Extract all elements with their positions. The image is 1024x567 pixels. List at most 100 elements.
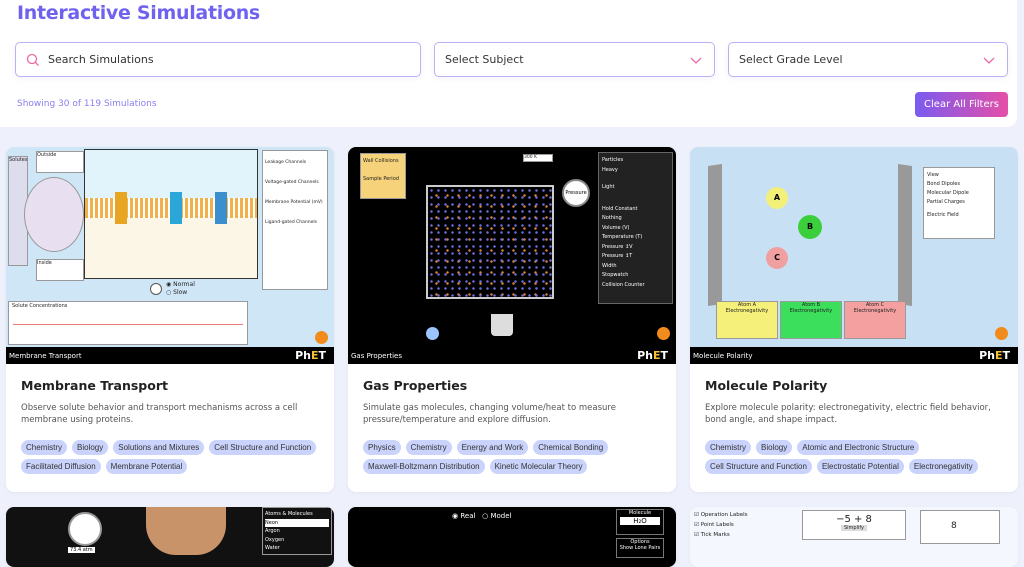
sim-nav-bar: Membrane Transport PhET xyxy=(6,347,334,364)
label: Wall Collisions xyxy=(363,158,399,164)
grade-select[interactable]: Select Grade Level xyxy=(728,42,1008,77)
channels-panel: Leakage Channels Voltage-gated Channels … xyxy=(262,150,328,290)
view-panel: View Bond Dipoles Molecular Dipole Partial … xyxy=(923,167,995,239)
pressure-gauge xyxy=(68,512,102,546)
options-panel: Options Show Lone Pairs xyxy=(616,538,664,558)
subject-select-label: Select Subject xyxy=(445,53,524,66)
tag[interactable]: Chemistry xyxy=(705,440,752,455)
cell-image xyxy=(24,177,84,252)
tag[interactable]: Physics xyxy=(363,440,401,455)
label: Heavy xyxy=(602,166,618,173)
sim-card-row2-2[interactable]: ◉ Real ○ Model Molecule H₂O Options Show L… xyxy=(348,507,676,567)
thermometer-readout: 300 K xyxy=(523,154,553,162)
tag[interactable]: Solutions and Mixtures xyxy=(113,440,205,455)
label: Electronegativity xyxy=(853,308,897,314)
value: 8 xyxy=(951,521,957,531)
sim-card-molecule-polarity[interactable]: A B C View Bond Dipoles Molecular Dipole Pa… xyxy=(690,147,1018,492)
reset-icon[interactable] xyxy=(995,327,1008,340)
sim-nav-bar: Molecule Polarity PhET xyxy=(690,347,1018,364)
search-input[interactable]: Search Simulations xyxy=(15,42,421,77)
sim-thumbnail[interactable]: Solutes Outside Inside ◉ Normal ○ Slow L… xyxy=(6,147,334,364)
reset-icon[interactable] xyxy=(315,331,328,344)
sim-thumbnail[interactable]: A B C View Bond Dipoles Molecular Dipole Pa… xyxy=(690,147,1018,364)
label: Solute Concentrations xyxy=(12,303,68,309)
card-title[interactable]: Membrane Transport xyxy=(21,378,322,393)
atom-c[interactable]: C xyxy=(766,247,788,269)
label: Nothing xyxy=(602,215,622,221)
label: Voltage-gated Channels xyxy=(265,180,319,185)
label: Sample Period xyxy=(363,176,399,182)
label: Ligand-gated Channels xyxy=(265,220,317,225)
play-pause-button[interactable] xyxy=(150,283,162,295)
tag[interactable]: Biology xyxy=(72,440,109,455)
real-radio[interactable]: ◉ Real ○ Model xyxy=(452,512,511,520)
label: Temperature (T) xyxy=(602,234,643,240)
label: Pressure ↕V xyxy=(602,243,633,250)
sim-card-membrane-transport[interactable]: Solutes Outside Inside ◉ Normal ○ Slow L… xyxy=(6,147,334,492)
tag[interactable]: Facilitated Diffusion xyxy=(21,459,101,474)
card-title[interactable]: Molecule Polarity xyxy=(705,378,1006,393)
sim-title: Gas Properties xyxy=(351,351,402,360)
reset-icon[interactable] xyxy=(657,327,670,340)
tag[interactable]: Atomic and Electronic Structure xyxy=(797,440,920,455)
speed-slow-label: Slow xyxy=(173,289,188,296)
molecule-select[interactable]: H₂O xyxy=(620,517,660,525)
molecule-panel: Molecule H₂O xyxy=(616,509,664,535)
options-checkboxes[interactable]: ☑ Operation Labels ☑ Point Labels ☑ Tick M… xyxy=(694,510,748,540)
atom-a-panel: Atom A Electronegativity xyxy=(716,301,778,339)
tag[interactable]: Membrane Potential xyxy=(105,459,188,474)
sim-card-row2-3[interactable]: ☑ Operation Labels ☑ Point Labels ☑ Tick M… xyxy=(690,507,1018,567)
tag[interactable]: Electronegativity xyxy=(908,459,978,474)
number-picker[interactable]: 8 xyxy=(920,510,1000,544)
inside-panel: Inside xyxy=(36,259,84,281)
chevron-down-icon xyxy=(983,57,995,64)
tag[interactable]: Biology xyxy=(756,440,793,455)
tag[interactable]: Chemistry xyxy=(405,440,452,455)
tag[interactable]: Kinetic Molecular Theory xyxy=(489,459,588,474)
tag[interactable]: Maxwell-Boltzmann Distribution xyxy=(363,459,485,474)
label: Water xyxy=(265,545,280,551)
page-title: Interactive Simulations xyxy=(17,2,260,24)
tag[interactable]: Cell Structure and Function xyxy=(209,440,317,455)
sim-card-gas-properties[interactable]: Wall Collisions Sample Period 300 K Press… xyxy=(348,147,676,492)
atom-a[interactable]: A xyxy=(766,187,788,209)
results-count: Showing 30 of 119 Simulations xyxy=(17,99,157,109)
speed-radio-group[interactable]: ◉ Normal ○ Slow xyxy=(166,281,195,297)
negative-plate xyxy=(708,164,722,306)
tag[interactable]: Electrostatic Potential xyxy=(816,459,904,474)
label: Partial Charges xyxy=(927,199,965,205)
label: Molecule xyxy=(628,510,652,516)
card-title[interactable]: Gas Properties xyxy=(363,378,664,393)
label: Inside xyxy=(37,260,52,266)
atom-b[interactable]: B xyxy=(798,215,822,239)
bucket-icon xyxy=(491,314,513,336)
tag[interactable]: Cell Structure and Function xyxy=(705,459,812,474)
label: Bond Dipoles xyxy=(927,181,960,187)
concentrations-panel: Solute Concentrations xyxy=(8,301,248,345)
play-pause-button[interactable] xyxy=(426,327,439,340)
label: Electronegativity xyxy=(789,308,833,314)
label: Oxygen xyxy=(265,536,285,543)
sim-title: Membrane Transport xyxy=(9,351,82,360)
label: Width xyxy=(602,262,617,269)
label: Molecular Dipole xyxy=(927,190,969,196)
card-description: Explore molecule polarity: electronegati… xyxy=(705,403,991,425)
tag[interactable]: Chemistry xyxy=(21,440,68,455)
label: Atoms & Molecules xyxy=(265,511,313,517)
label: Operation Labels xyxy=(700,512,748,518)
label: Tick Marks xyxy=(700,532,730,538)
label: Show Lone Pairs xyxy=(619,545,661,551)
sim-card-row2-1[interactable]: 73.4 atm Atoms & Molecules Neon Argon Oxyge… xyxy=(6,507,334,567)
label: Stopwatch xyxy=(602,272,629,278)
sim-nav-bar: Gas Properties PhET xyxy=(348,347,676,364)
tag[interactable]: Energy and Work xyxy=(456,440,529,455)
search-icon xyxy=(26,53,39,66)
sim-thumbnail[interactable]: Wall Collisions Sample Period 300 K Press… xyxy=(348,147,676,364)
speed-normal-label: Normal xyxy=(173,281,195,288)
clear-filters-button[interactable]: Clear All Filters xyxy=(915,92,1008,117)
subject-select[interactable]: Select Subject xyxy=(434,42,715,77)
simplify-button[interactable]: Simplify xyxy=(840,525,868,531)
label: Pressure ↕T xyxy=(602,253,633,259)
label: Collision Counter xyxy=(602,281,645,288)
tag[interactable]: Chemical Bonding xyxy=(533,440,609,455)
